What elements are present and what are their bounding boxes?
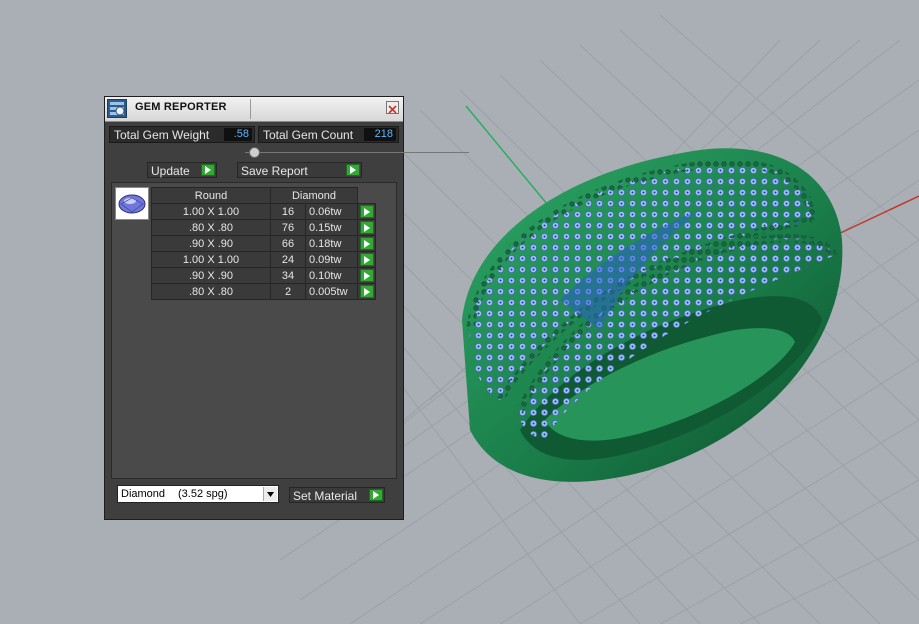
gem-weight: 0.06tw [305,203,358,220]
round-gem-icon[interactable] [115,187,149,220]
row-select-cell [357,203,376,220]
gem-size: .90 X .90 [151,267,271,284]
green-arrow-icon [369,489,383,501]
table-row: 1.00 X 1.00 16 0.06tw [151,203,376,220]
gem-size: .80 X .80 [151,283,271,300]
gem-list: Round Diamond 1.00 X 1.00 16 0.06tw .80 … [111,182,397,479]
table-row: .90 X .90 66 0.18tw [151,235,376,252]
gem-weight: 0.18tw [305,235,358,252]
row-select-cell [357,219,376,236]
gem-weight: 0.15tw [305,219,358,236]
close-icon[interactable] [386,101,399,114]
save-report-button-label: Save Report [241,164,308,178]
green-arrow-icon [201,164,215,176]
gem-count: 24 [270,251,306,268]
set-material-button[interactable]: Set Material [289,487,385,503]
set-material-button-label: Set Material [293,489,358,503]
total-gem-count-value: 218 [364,128,396,141]
chevron-down-icon[interactable] [263,487,277,501]
panel-titlebar[interactable]: GEM REPORTER [105,97,403,122]
save-report-button[interactable]: Save Report [237,162,362,178]
green-arrow-icon[interactable] [359,269,374,282]
panel-title: GEM REPORTER [135,101,227,113]
total-gem-weight-label: Total Gem Weight [114,128,210,142]
gem-size: .80 X .80 [151,219,271,236]
green-arrow-icon[interactable] [359,237,374,250]
material-bar: Diamond (3.52 spg) Set Material [105,483,403,519]
total-gem-weight: Total Gem Weight .58 [109,126,255,143]
gem-weight: 0.005tw [305,283,358,300]
gem-size: 1.00 X 1.00 [151,203,271,220]
gem-weight: 0.09tw [305,251,358,268]
gem-table: Round Diamond 1.00 X 1.00 16 0.06tw .80 … [151,187,376,300]
shape-column-header: Round [151,187,271,204]
gem-weight: 0.10tw [305,267,358,284]
row-select-cell [357,283,376,300]
gem-reporter-panel: GEM REPORTER Total Gem Weight .58 Total … [104,96,469,520]
total-gem-count-label: Total Gem Count [263,128,354,142]
green-arrow-icon[interactable] [359,253,374,266]
gem-count: 2 [270,283,306,300]
table-row: 1.00 X 1.00 24 0.09tw [151,251,376,268]
gem-count: 34 [270,267,306,284]
titlebar-divider [250,99,251,119]
gem-count: 76 [270,219,306,236]
green-arrow-icon[interactable] [359,205,374,218]
total-gem-weight-value: .58 [224,128,252,141]
material-select[interactable]: Diamond (3.52 spg) [117,485,279,503]
table-row: .90 X .90 34 0.10tw [151,267,376,284]
row-select-cell [357,267,376,284]
gem-size: .90 X .90 [151,235,271,252]
panel-slider-track [245,152,469,153]
row-select-cell [357,235,376,252]
header-spacer [357,187,376,204]
gem-count: 66 [270,235,306,252]
update-button-label: Update [151,164,190,178]
gem-size: 1.00 X 1.00 [151,251,271,268]
gem-reporter-icon [107,99,127,118]
row-select-cell [357,251,376,268]
gem-count: 16 [270,203,306,220]
update-button[interactable]: Update [147,162,217,178]
table-row: .80 X .80 76 0.15tw [151,219,376,236]
green-arrow-icon[interactable] [359,285,374,298]
table-row: .80 X .80 2 0.005tw [151,283,376,300]
green-arrow-icon[interactable] [359,221,374,234]
table-header-row: Round Diamond [151,187,376,204]
material-select-value: Diamond [121,488,166,500]
material-select-spg: (3.52 spg) [178,488,228,500]
total-gem-count: Total Gem Count 218 [258,126,399,143]
material-column-header: Diamond [270,187,358,204]
green-arrow-icon [346,164,360,176]
panel-slider-knob[interactable] [249,147,260,158]
